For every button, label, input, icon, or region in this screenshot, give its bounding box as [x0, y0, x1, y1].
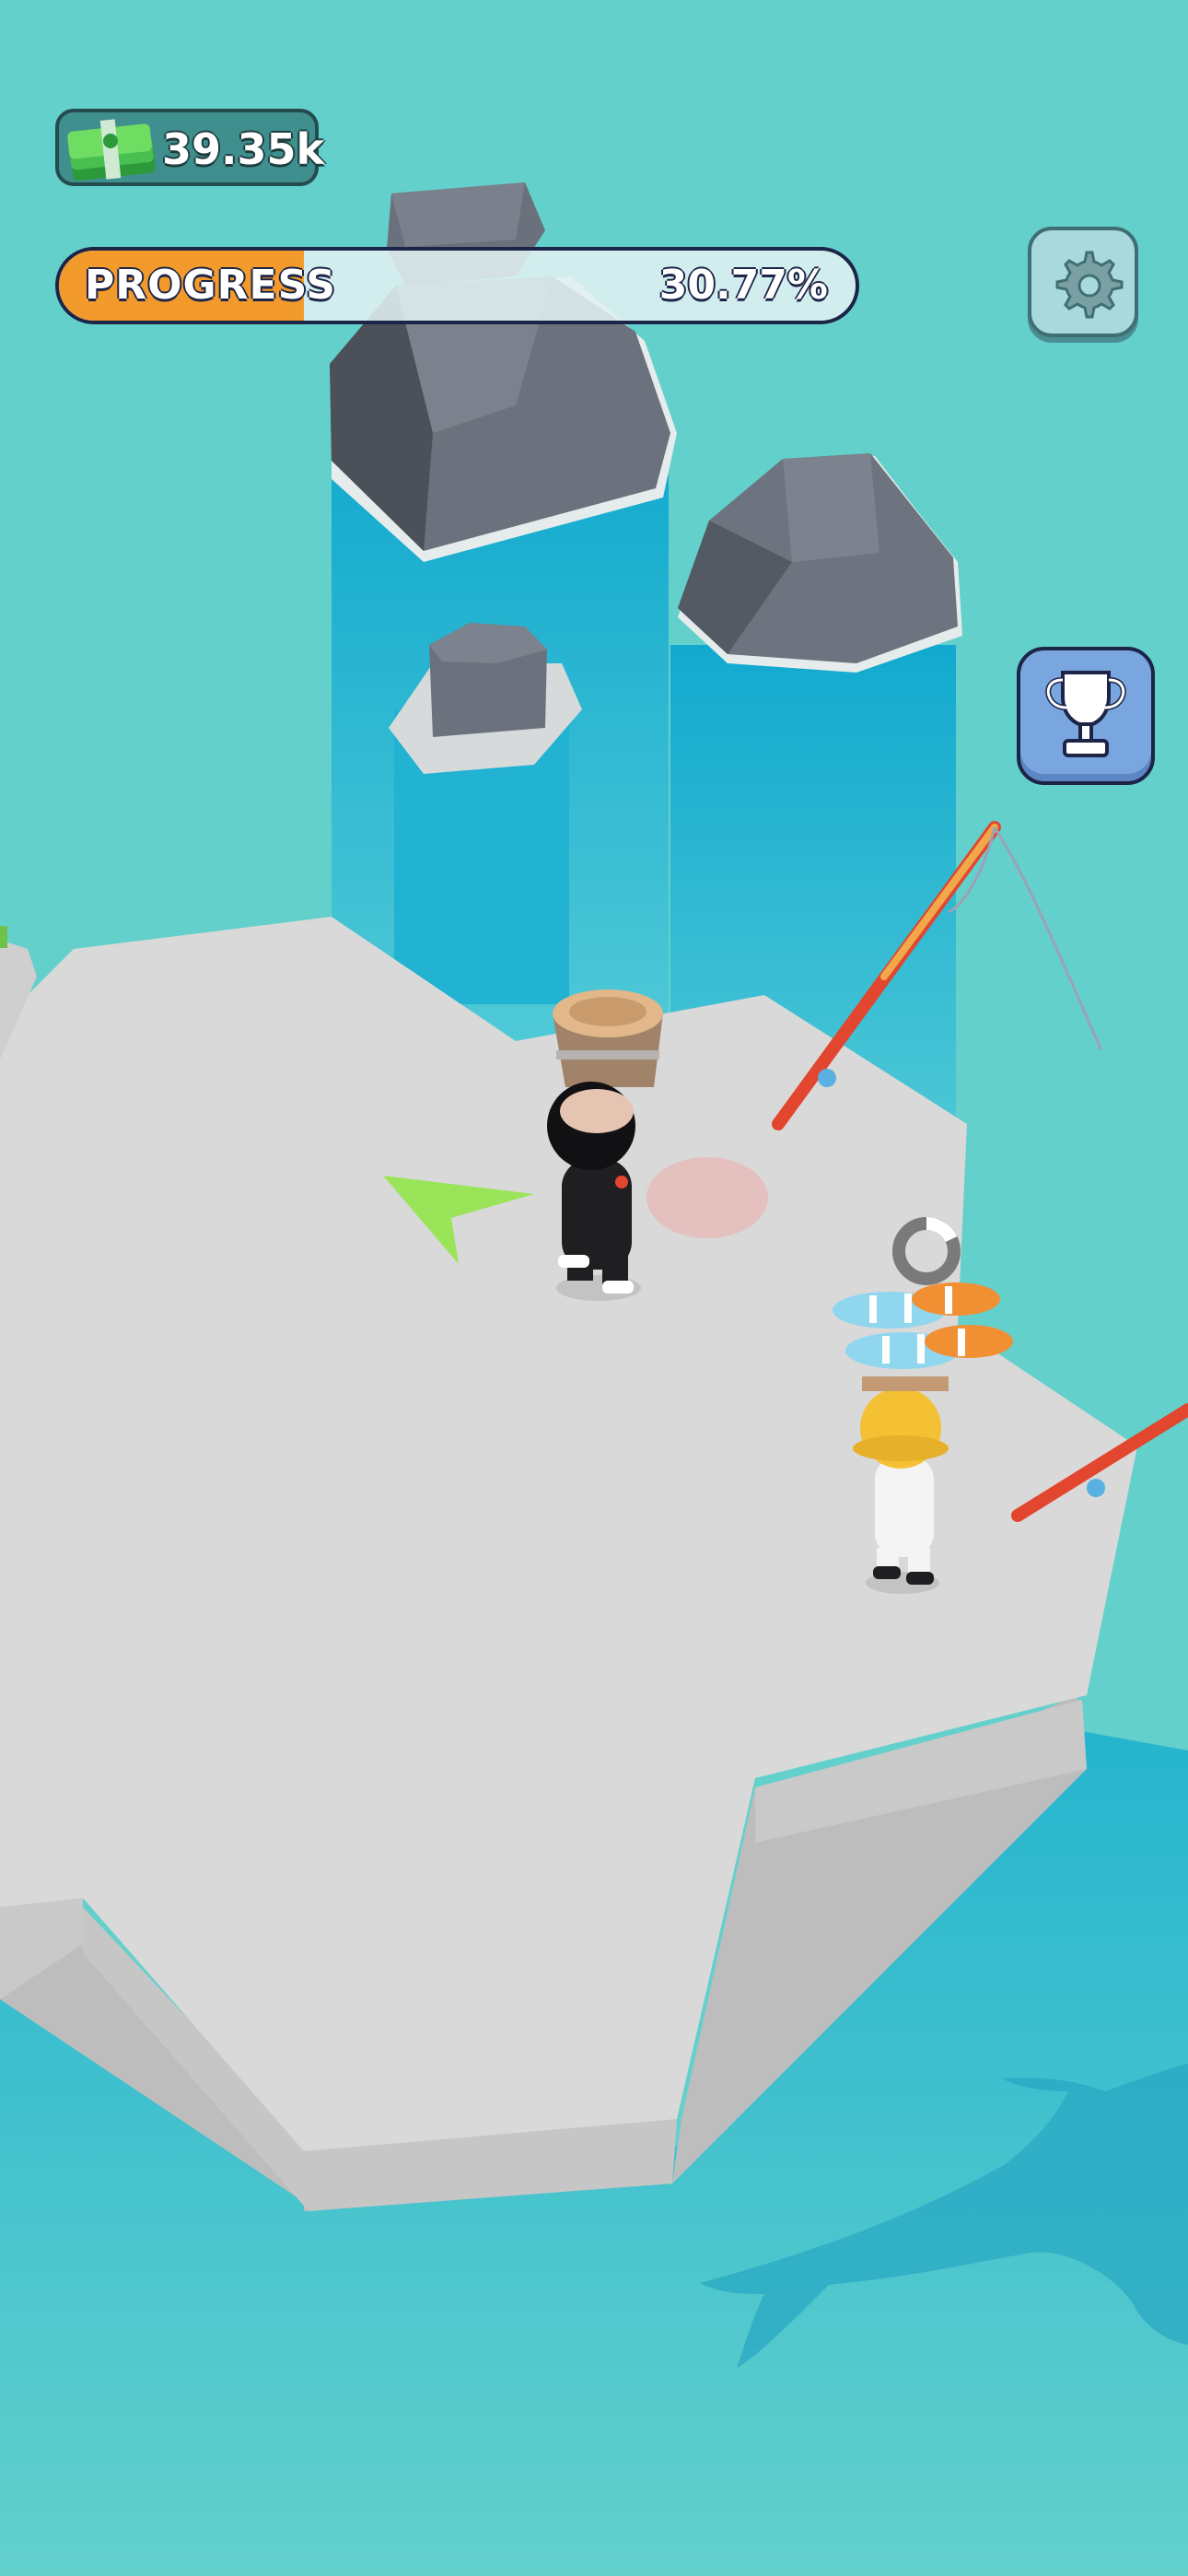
cash-stack-icon [67, 119, 156, 181]
settings-button[interactable] [1028, 227, 1138, 337]
leaderboard-button[interactable] [1017, 647, 1155, 785]
target-spot[interactable] [646, 1157, 768, 1238]
game-scene[interactable] [0, 0, 1188, 2576]
trophy-icon [1045, 671, 1126, 757]
bucket[interactable] [553, 989, 663, 1087]
money-counter: 39.35k [55, 109, 324, 186]
gear-icon [1055, 251, 1124, 319]
game-screen[interactable]: 39.35k PROGRESS 30.77% [0, 0, 1188, 2576]
progress-value: 30.77% [658, 262, 828, 309]
grass-tuft [0, 926, 7, 948]
money-value: 39.35k [162, 124, 325, 174]
progress-bar: PROGRESS 30.77% [55, 247, 859, 324]
progress-label: PROGRESS [85, 262, 336, 309]
